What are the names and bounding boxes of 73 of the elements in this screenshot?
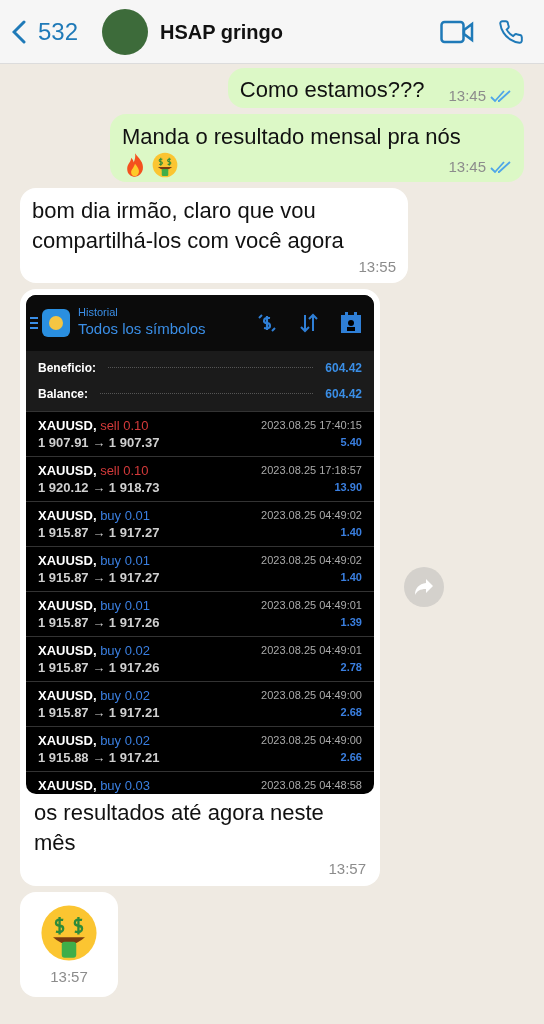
trade-symbol: XAUUSD, [38, 462, 97, 478]
trade-order: buy 0.03 [100, 777, 150, 793]
video-call-icon[interactable] [440, 19, 474, 44]
trade-symbol: XAUUSD, [38, 507, 97, 523]
trade-symbol: XAUUSD, [38, 642, 97, 658]
trade-prices: 1 915.87 → 1 917.26 [38, 613, 160, 631]
trade-profit: 1.39 [340, 614, 362, 630]
trade-symbol: XAUUSD, [38, 777, 97, 793]
message-time: 13:57 [328, 858, 366, 879]
phone-icon[interactable] [498, 18, 524, 45]
trade-symbol: XAUUSD, [38, 687, 97, 703]
sort-arrows-icon[interactable] [298, 311, 320, 334]
summary-value: 604.42 [325, 385, 362, 403]
message-text: Como estamos??? [239, 76, 425, 104]
trade-profit: 2.66 [340, 749, 362, 765]
trade-profit: 5.40 [340, 434, 362, 450]
trade-profit: 2.68 [340, 704, 362, 720]
trade-order: buy 0.01 [100, 507, 150, 523]
summary-label: Beneficio: [38, 359, 96, 377]
message-text: os resultados até agora neste mês [33, 798, 325, 857]
trade-order: buy 0.02 [100, 642, 150, 658]
trade-time: 2023.08.25 17:18:57 [261, 462, 362, 478]
summary-value: 604.42 [325, 359, 362, 377]
double-check-icon [490, 88, 512, 103]
trade-prices: 1 915.88 → 1 917.21 [38, 748, 160, 766]
trade-prices: 1 920.12 → 1 918.73 [38, 478, 160, 496]
message-time: 13:57 [50, 967, 88, 987]
trade-symbol: XAUUSD, [38, 552, 97, 568]
trade-prices: 1 907.91 → 1 907.37 [38, 433, 160, 451]
trade-time: 2023.08.25 04:49:01 [261, 642, 362, 658]
trade-profit: 13.90 [334, 479, 362, 495]
app-logo-icon [42, 308, 70, 337]
trade-time: 2023.08.25 04:49:01 [261, 597, 362, 613]
screen-title: Todos los símbolos [78, 320, 206, 339]
contact-name[interactable]: HSAP gringo [160, 16, 283, 47]
trade-symbol: XAUUSD, [38, 732, 97, 748]
trade-time: 2023.08.25 04:49:00 [261, 732, 362, 748]
trade-time: 2023.08.25 17:40:15 [261, 417, 362, 433]
trade-time: 2023.08.25 04:49:00 [261, 687, 362, 703]
trade-prices: 1 915.87 → 1 917.21 [38, 703, 160, 721]
trade-profit: 2.78 [340, 659, 362, 675]
trade-order: sell 0.10 [100, 417, 149, 433]
message-time: 13:45 [448, 156, 486, 177]
trade-time: 2023.08.25 04:48:58 [261, 777, 362, 793]
chevron-left-icon [12, 19, 26, 44]
trade-time: 2023.08.25 04:49:02 [261, 507, 362, 523]
money-face-icon [40, 904, 98, 962]
trade-order: buy 0.01 [100, 597, 150, 613]
forward-arrow-icon [414, 578, 434, 597]
message-text: bom dia irmão, claro que vou compartilhá-los com você agora [32, 197, 345, 255]
message-text: Manda o resultado mensal pra nós [122, 123, 462, 151]
message-time: 13:45 [448, 85, 486, 106]
trade-profit: 1.40 [340, 524, 362, 540]
back-button[interactable]: 532 [12, 13, 79, 50]
trade-order: sell 0.10 [100, 462, 149, 478]
currency-exchange-icon[interactable] [256, 311, 278, 334]
double-check-icon [490, 159, 512, 174]
trade-prices: 1 915.87 → 1 917.27 [38, 568, 160, 586]
calendar-icon[interactable] [340, 311, 362, 334]
trade-symbol: XAUUSD, [38, 417, 97, 433]
money-face-icon [152, 152, 178, 178]
menu-icon [30, 316, 38, 329]
trade-order: buy 0.02 [100, 687, 150, 703]
summary-label: Balance: [38, 385, 89, 403]
trade-symbol: XAUUSD, [38, 597, 97, 613]
trade-prices: 1 915.87 → 1 917.27 [38, 523, 160, 541]
trade-prices: 1 915.87 → 1 917.26 [38, 658, 160, 676]
trade-time: 2023.08.25 04:49:02 [261, 552, 362, 568]
screen-subtitle: Historial [78, 306, 119, 320]
trade-order: buy 0.02 [100, 732, 150, 748]
trade-profit: 1.40 [340, 569, 362, 585]
trade-order: buy 0.01 [100, 552, 150, 568]
message-time: 13:55 [358, 257, 396, 277]
